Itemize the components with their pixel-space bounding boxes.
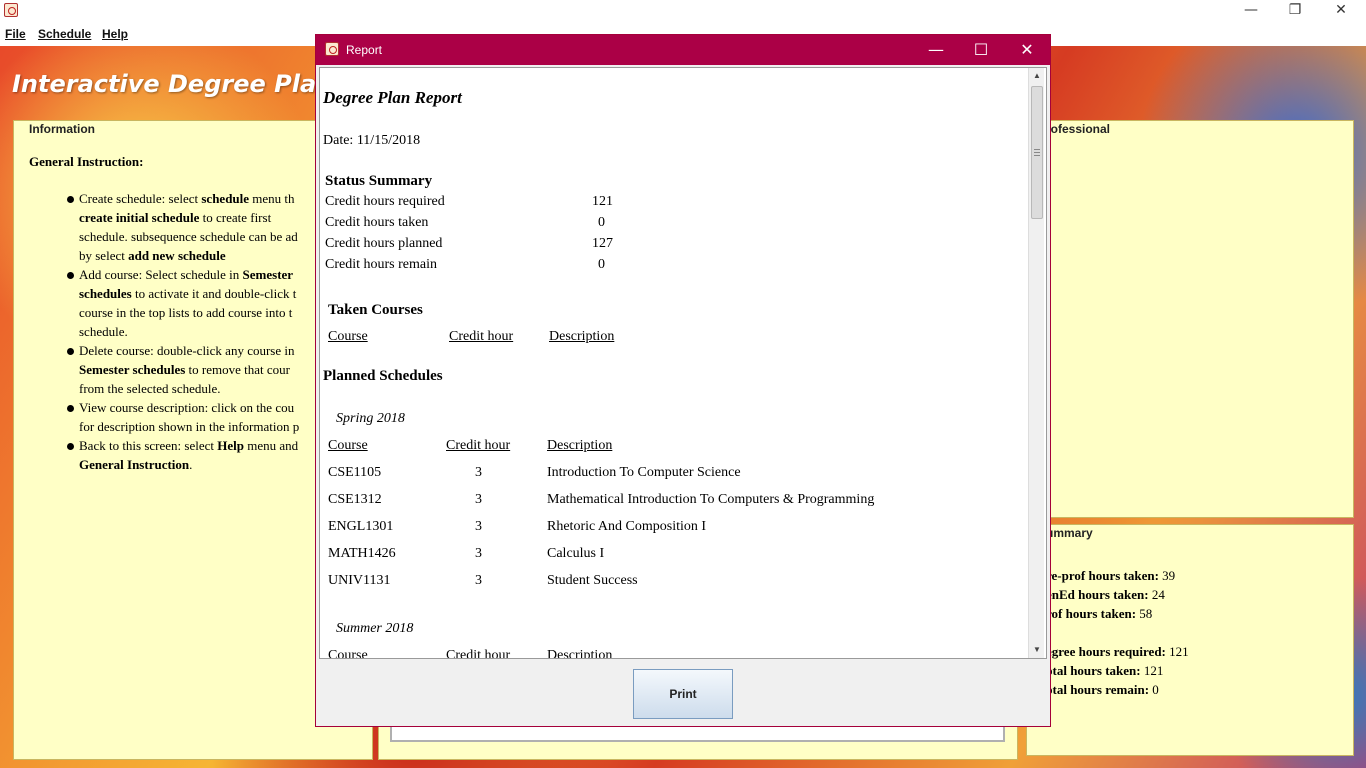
taken-courses-heading: Taken Courses bbox=[328, 302, 423, 318]
report-dialog-title: Report bbox=[346, 43, 383, 57]
course-credit: 3 bbox=[475, 492, 482, 507]
summary-line: re-prof hours taken: 39 bbox=[1046, 568, 1176, 583]
summary-line: rof hours taken: 58 bbox=[1046, 606, 1153, 621]
column-header-description: Description bbox=[547, 438, 613, 453]
instruction-item: Add course: Select schedule in Semester … bbox=[66, 265, 326, 341]
column-header-description: Description bbox=[549, 329, 615, 344]
column-header-course: Course bbox=[328, 329, 368, 344]
summary-panel-title: ummary bbox=[1046, 526, 1093, 540]
summary-lines: re-prof hours taken: 39 enEd hours taken… bbox=[1046, 566, 1189, 699]
summary-line: egree hours required: 121 bbox=[1046, 644, 1189, 659]
status-summary-heading: Status Summary bbox=[325, 173, 433, 189]
semester-name: Spring 2018 bbox=[336, 411, 405, 426]
status-label: Credit hours planned bbox=[325, 236, 443, 251]
minimize-window-button[interactable]: — bbox=[1228, 0, 1274, 22]
instruction-item: Back to this screen: select Help menu an… bbox=[66, 436, 326, 474]
general-instruction-heading: General Instruction: bbox=[29, 154, 144, 169]
course-code: CSE1312 bbox=[328, 492, 382, 507]
status-value: 0 bbox=[598, 257, 605, 272]
status-value: 121 bbox=[592, 194, 613, 209]
report-dialog-title-bar[interactable]: Report — ☐ ✕ bbox=[316, 35, 1050, 65]
dialog-minimize-button[interactable]: — bbox=[913, 39, 959, 61]
scroll-down-arrow-icon[interactable]: ▼ bbox=[1029, 642, 1045, 658]
summary-spacer bbox=[1046, 623, 1189, 642]
instruction-item: Delete course: double-click any course i… bbox=[66, 341, 326, 398]
column-header-credit-hour: Credit hour bbox=[446, 648, 511, 659]
information-panel-title: Information bbox=[29, 122, 95, 136]
course-description: Introduction To Computer Science bbox=[547, 465, 741, 480]
scrollbar-thumb[interactable] bbox=[1031, 86, 1043, 219]
menu-help[interactable]: Help bbox=[102, 27, 128, 41]
course-credit: 3 bbox=[475, 546, 482, 561]
column-header-course: Course bbox=[328, 648, 368, 659]
instruction-list: Create schedule: select schedule menu th… bbox=[66, 189, 326, 474]
report-dialog: Report — ☐ ✕ Degree Plan Report Date: 11… bbox=[315, 34, 1051, 727]
dialog-maximize-button[interactable]: ☐ bbox=[958, 39, 1004, 61]
column-header-credit-hour: Credit hour bbox=[446, 438, 511, 453]
report-heading: Degree Plan Report bbox=[323, 88, 462, 107]
main-title-bar: — ❐ ✕ bbox=[0, 0, 1366, 22]
course-description: Calculus I bbox=[547, 546, 605, 561]
column-header-course: Course bbox=[328, 438, 368, 453]
java-app-icon bbox=[4, 3, 18, 17]
semester-name: Summer 2018 bbox=[336, 621, 414, 636]
menu-file[interactable]: File bbox=[5, 27, 26, 41]
professional-panel bbox=[1026, 120, 1354, 518]
course-credit: 3 bbox=[475, 519, 482, 534]
scroll-up-arrow-icon[interactable]: ▲ bbox=[1029, 68, 1045, 84]
report-text-area[interactable]: Degree Plan Report Date: 11/15/2018 Stat… bbox=[319, 67, 1047, 659]
menu-schedule[interactable]: Schedule bbox=[38, 27, 91, 41]
report-scrollbar[interactable]: ▲ ▼ bbox=[1028, 68, 1044, 658]
status-label: Credit hours required bbox=[325, 194, 445, 209]
course-code: UNIV1131 bbox=[328, 573, 391, 588]
course-code: CSE1105 bbox=[328, 465, 382, 480]
java-app-icon bbox=[325, 42, 339, 56]
course-description: Rhetoric And Composition I bbox=[547, 519, 707, 534]
status-label: Credit hours remain bbox=[325, 257, 437, 272]
column-header-description: Description bbox=[547, 648, 613, 659]
instruction-item: Create schedule: select schedule menu th… bbox=[66, 189, 326, 265]
dialog-close-button[interactable]: ✕ bbox=[1004, 39, 1050, 61]
status-value: 0 bbox=[598, 215, 605, 230]
restore-window-button[interactable]: ❐ bbox=[1272, 0, 1318, 22]
course-code: ENGL1301 bbox=[328, 519, 394, 534]
column-header-credit-hour: Credit hour bbox=[449, 329, 514, 344]
summary-line: otal hours remain: 0 bbox=[1046, 682, 1159, 697]
instruction-item: View course description: click on the co… bbox=[66, 398, 326, 436]
planned-schedules-heading: Planned Schedules bbox=[323, 368, 443, 384]
app-title: Interactive Degree Planne bbox=[12, 70, 367, 98]
course-description: Student Success bbox=[547, 573, 638, 588]
close-window-button[interactable]: ✕ bbox=[1318, 0, 1364, 22]
print-button[interactable]: Print bbox=[633, 669, 733, 719]
report-date: Date: 11/15/2018 bbox=[323, 133, 421, 148]
course-credit: 3 bbox=[475, 573, 482, 588]
course-description: Mathematical Introduction To Computers &… bbox=[547, 492, 875, 507]
course-code: MATH1426 bbox=[328, 546, 396, 561]
course-credit: 3 bbox=[475, 465, 482, 480]
status-label: Credit hours taken bbox=[325, 215, 429, 230]
professional-panel-title: rofessional bbox=[1046, 122, 1111, 136]
summary-line: enEd hours taken: 24 bbox=[1046, 587, 1165, 602]
status-value: 127 bbox=[592, 236, 613, 251]
summary-line: otal hours taken: 121 bbox=[1046, 663, 1164, 678]
